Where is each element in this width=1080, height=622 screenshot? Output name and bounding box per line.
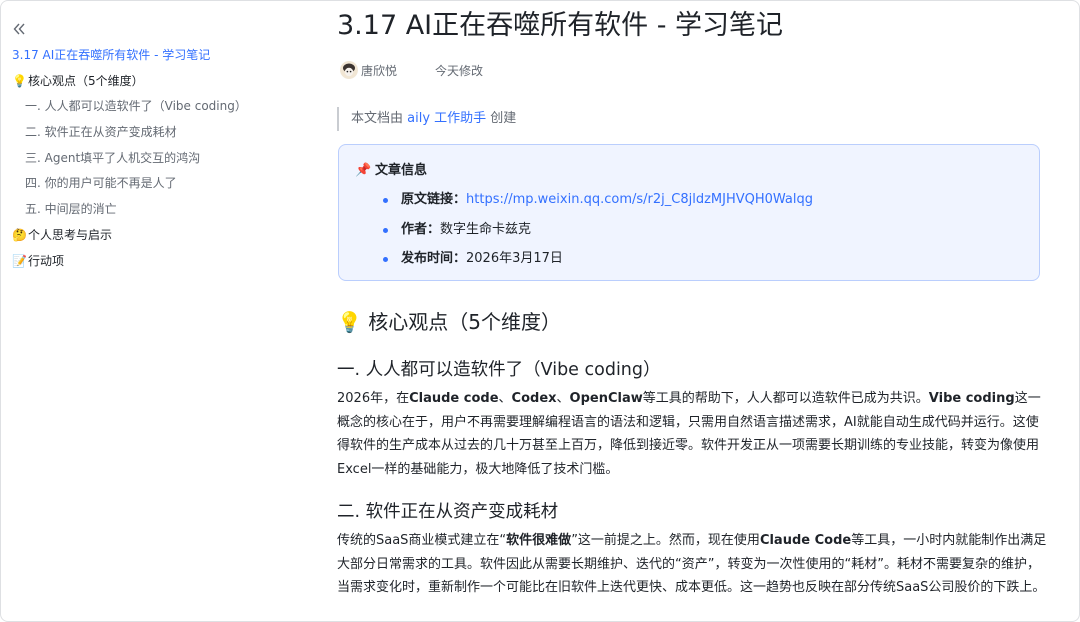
avatar[interactable] [340,61,358,79]
outline-list: 3.17 AI正在吞噬所有软件 - 学习笔记 💡核心观点（5个维度） 一. 人人都可… [1,43,301,274]
outline-item-label: 核心观点（5个维度） [28,73,144,88]
info-value: 数字生命卡兹克 [440,221,532,237]
bold-text: Claude Code [759,533,852,548]
bold-text: Claude code [409,391,499,406]
outline-item[interactable]: 一. 人人都可以造软件了（Vibe coding） [1,94,301,120]
bold-text: 软件很难做 [506,533,572,548]
outline-item-label: 行动项 [28,253,65,268]
article-info-list: 原文链接：https://mp.weixin.qq.com/s/r2j_C8jl… [369,185,813,274]
quote-suffix: 创建 [486,111,517,126]
quote-prefix: 本文档由 [351,111,408,126]
outline-item[interactable]: 🤔个人思考与启示 [1,223,301,249]
text-run: 等工具的帮助下，人人都可以造软件已成为共识。 [642,391,929,406]
author-name[interactable]: 唐欣悦 [361,62,397,79]
heading-vibe-coding: 一. 人人都可以造软件了（Vibe coding） [337,360,661,380]
section-heading-core-views: 💡 核心观点（5个维度） [337,310,561,334]
outline-item-label: 二. 软件正在从资产变成耗材 [25,125,177,140]
text-run: 传统的SaaS商业模式建立在“ [337,533,507,548]
source-url-link[interactable]: https://mp.weixin.qq.com/s/r2j_C8jldzMJH… [466,192,813,207]
text-run: 2026年，在 [337,391,410,406]
outline-item-label: 一. 人人都可以造软件了（Vibe coding） [25,99,247,114]
outline-item-label: 五. 中间层的消亡 [25,202,117,217]
text-run: 、 [556,391,570,406]
bold-text: Codex [511,391,557,406]
outline-item[interactable]: 三. Agent填平了人机交互的鸿沟 [1,146,301,172]
info-key: 作者： [401,221,441,237]
paragraph-vibe-coding: 2026年，在Claude code、Codex、OpenClaw等工具的帮助下… [337,387,1049,481]
outline-item-label: 四. 你的用户可能不再是人了 [25,176,177,191]
outline-item[interactable]: 3.17 AI正在吞噬所有软件 - 学习笔记 [1,43,301,69]
outline-item[interactable]: 二. 软件正在从资产变成耗材 [1,120,301,146]
article-info-item: 原文链接：https://mp.weixin.qq.com/s/r2j_C8jl… [369,185,813,215]
bold-text: Vibe coding [928,391,1015,406]
outline-item-label: 个人思考与启示 [28,227,113,242]
article-info-callout: 📌 文章信息 原文链接：https://mp.weixin.qq.com/s/r2… [338,144,1040,281]
aily-assistant-link[interactable]: aily 工作助手 [407,111,486,126]
outline-item-label: 3.17 AI正在吞噬所有软件 - 学习笔记 [12,48,211,62]
doc-meta: 唐欣悦 今天修改 [340,59,483,81]
created-by-quote: 本文档由 aily 工作助手 创建 [337,107,516,131]
article-info-item: 作者：数字生命卡兹克 [369,215,813,245]
page-title: 3.17 AI正在吞噬所有软件 - 学习笔记 [337,10,784,41]
text-run: ”这一前提之上。然而，现在使用 [571,533,760,548]
double-chevron-left-icon[interactable] [11,21,27,37]
document-window: 3.17 AI正在吞噬所有软件 - 学习笔记 💡核心观点（5个维度） 一. 人人都可… [0,0,1080,622]
outline-item[interactable]: 五. 中间层的消亡 [1,197,301,223]
outline-emoji-icon: 📝 [12,253,27,268]
outline-item-label: 三. Agent填平了人机交互的鸿沟 [25,150,201,165]
callout-title: 📌 文章信息 [355,159,427,178]
text-run: 、 [498,391,512,406]
outline-sidebar: 3.17 AI正在吞噬所有软件 - 学习笔记 💡核心观点（5个维度） 一. 人人都可… [1,1,301,621]
heading-software-consumable: 二. 软件正在从资产变成耗材 [337,502,559,522]
pushpin-icon: 📌 [355,163,372,178]
paragraph-software-consumable: 传统的SaaS商业模式建立在“软件很难做”这一前提之上。然而，现在使用Claud… [337,529,1049,600]
info-key: 原文链接： [401,192,467,207]
article-info-item: 发布时间：2026年3月17日 [369,244,813,274]
outline-emoji-icon: 🤔 [12,227,27,242]
outline-item[interactable]: 💡核心观点（5个维度） [1,69,301,95]
bold-text: OpenClaw [569,391,643,406]
modified-time: 今天修改 [435,63,484,78]
info-key: 发布时间： [401,251,467,266]
outline-item[interactable]: 四. 你的用户可能不再是人了 [1,171,301,197]
callout-title-text: 文章信息 [375,163,428,178]
outline-emoji-icon: 💡 [12,73,27,88]
outline-item[interactable]: 📝行动项 [1,249,301,275]
info-value: 2026年3月17日 [466,251,563,266]
